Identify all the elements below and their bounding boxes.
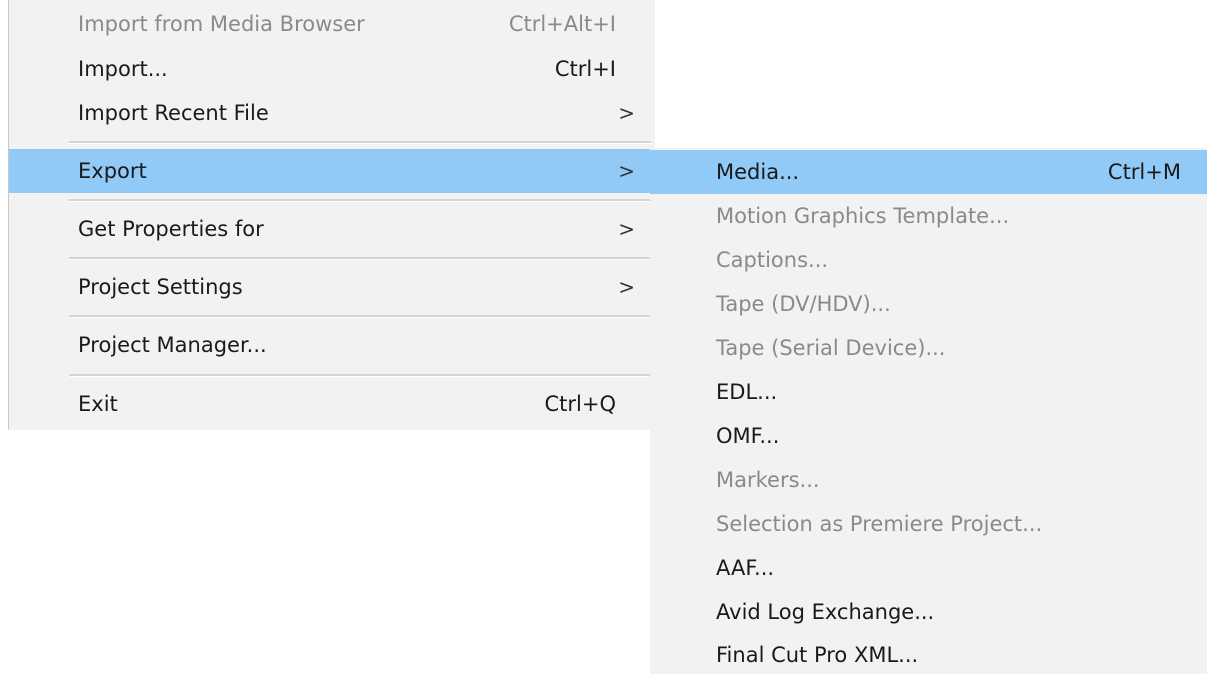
menu-item-shortcut: Ctrl+I — [554, 57, 616, 81]
menu-item-label: Motion Graphics Template... — [716, 204, 1010, 228]
file-menu: Import from Media Browser Ctrl+Alt+I Imp… — [8, 0, 655, 430]
menu-separator — [69, 315, 651, 318]
menu-separator — [69, 374, 651, 377]
chevron-right-icon: > — [618, 275, 635, 299]
submenu-item-omf[interactable]: OMF... — [650, 414, 1207, 458]
submenu-item-motion-graphics-template[interactable]: Motion Graphics Template... — [650, 194, 1207, 238]
menu-item-label: Export — [78, 159, 147, 183]
export-submenu: Media... Ctrl+M Motion Graphics Template… — [650, 148, 1207, 674]
menu-item-project-settings[interactable]: Project Settings > — [9, 265, 655, 309]
menu-item-import[interactable]: Import... Ctrl+I — [9, 47, 655, 91]
menu-item-label: Final Cut Pro XML... — [716, 643, 919, 667]
submenu-item-selection-as-premiere-project[interactable]: Selection as Premiere Project... — [650, 502, 1207, 546]
menu-item-shortcut: Ctrl+Alt+I — [508, 12, 616, 36]
submenu-item-tape-dv-hdv[interactable]: Tape (DV/HDV)... — [650, 282, 1207, 326]
menu-item-import-from-media-browser[interactable]: Import from Media Browser Ctrl+Alt+I — [9, 2, 655, 46]
menu-item-label: AAF... — [716, 556, 775, 580]
chevron-right-icon: > — [618, 159, 635, 183]
submenu-item-aaf[interactable]: AAF... — [650, 546, 1207, 590]
menu-item-label: Tape (DV/HDV)... — [716, 292, 891, 316]
submenu-item-avid-log-exchange[interactable]: Avid Log Exchange... — [650, 590, 1207, 634]
menu-item-export[interactable]: Export > — [9, 149, 655, 193]
menu-item-label: Media... — [716, 160, 800, 184]
menu-stage: Import from Media Browser Ctrl+Alt+I Imp… — [0, 0, 1207, 674]
menu-separator — [69, 199, 651, 202]
menu-item-get-properties-for[interactable]: Get Properties for > — [9, 207, 655, 251]
menu-item-label: Selection as Premiere Project... — [716, 512, 1043, 536]
menu-item-label: OMF... — [716, 424, 780, 448]
menu-item-label: Tape (Serial Device)... — [716, 336, 946, 360]
menu-item-import-recent-file[interactable]: Import Recent File > — [9, 91, 655, 135]
submenu-item-tape-serial-device[interactable]: Tape (Serial Device)... — [650, 326, 1207, 370]
menu-item-exit[interactable]: Exit Ctrl+Q — [9, 382, 655, 426]
submenu-item-captions[interactable]: Captions... — [650, 238, 1207, 282]
chevron-right-icon: > — [618, 101, 635, 125]
menu-item-label: Avid Log Exchange... — [716, 600, 935, 624]
menu-item-project-manager[interactable]: Project Manager... — [9, 323, 655, 367]
menu-item-label: Import Recent File — [78, 101, 269, 125]
menu-item-label: Project Manager... — [78, 333, 267, 357]
menu-item-label: Markers... — [716, 468, 820, 492]
menu-item-label: Project Settings — [78, 275, 243, 299]
submenu-item-edl[interactable]: EDL... — [650, 370, 1207, 414]
menu-item-label: Captions... — [716, 248, 829, 272]
menu-item-label: Exit — [78, 392, 118, 416]
submenu-item-markers[interactable]: Markers... — [650, 458, 1207, 502]
menu-item-shortcut: Ctrl+Q — [544, 392, 617, 416]
submenu-item-final-cut-pro-xml[interactable]: Final Cut Pro XML... — [650, 633, 1207, 674]
menu-item-label: Import... — [78, 57, 168, 81]
menu-item-shortcut: Ctrl+M — [1107, 160, 1181, 184]
menu-separator — [69, 257, 651, 260]
menu-separator — [69, 141, 651, 144]
menu-item-label: EDL... — [716, 380, 778, 404]
menu-item-label: Get Properties for — [78, 217, 264, 241]
submenu-item-media[interactable]: Media... Ctrl+M — [650, 150, 1207, 194]
menu-item-label: Import from Media Browser — [78, 12, 365, 36]
chevron-right-icon: > — [618, 217, 635, 241]
